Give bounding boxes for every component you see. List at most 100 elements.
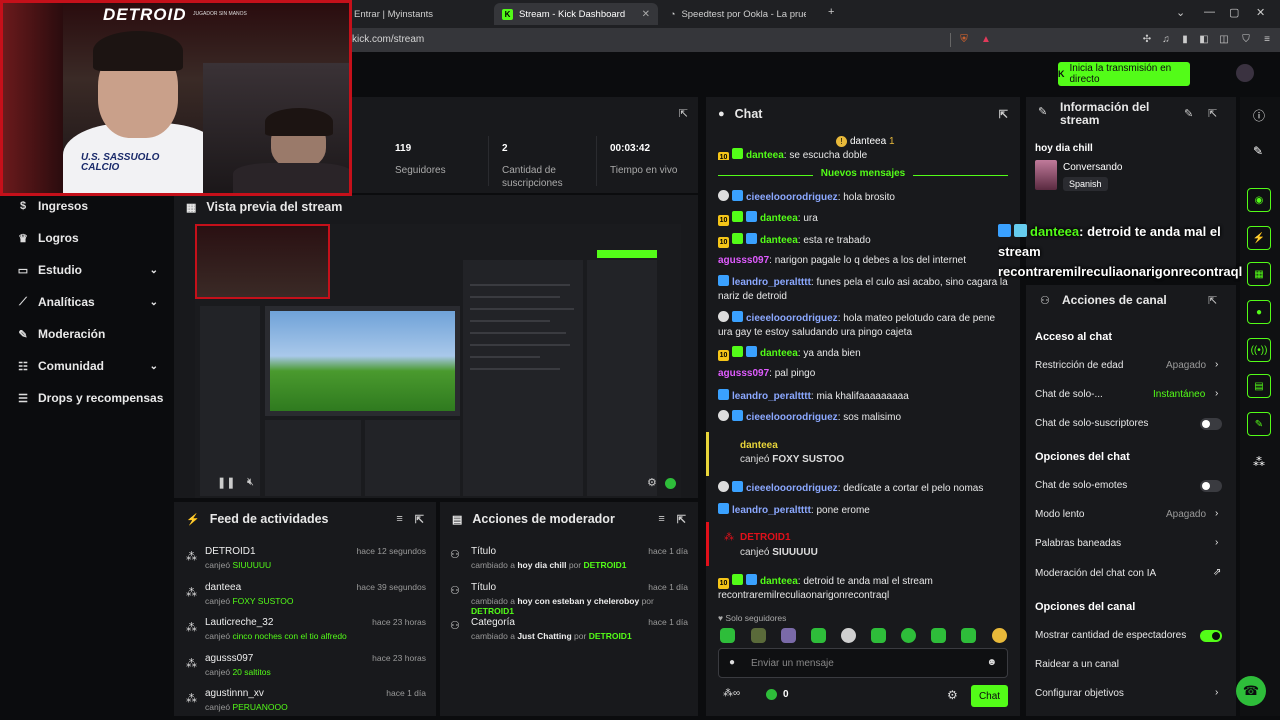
vpn-icon[interactable]: ⛉ — [1240, 34, 1252, 46]
tab-list-icon[interactable]: ⌄ — [1176, 6, 1185, 19]
banned-words-label[interactable]: Palabras baneadas — [1035, 538, 1121, 549]
emote[interactable] — [841, 628, 856, 643]
mod-action-time: hace 1 día — [648, 582, 688, 592]
settings-icon[interactable]: ⚙ — [647, 476, 657, 489]
emote[interactable] — [720, 628, 735, 643]
tab-speedtest[interactable]: ◔ Speedtest por Ookla - La prueba de ... — [662, 3, 822, 25]
list-item: ⁂ danteea hace 39 segundos canjeó FOXY S… — [182, 582, 432, 612]
emote[interactable] — [961, 628, 976, 643]
subs-only-toggle[interactable] — [1200, 418, 1222, 430]
tab-kick-dashboard[interactable]: K Stream - Kick Dashboard ✕ — [494, 3, 658, 25]
sidebar-item-moderacion[interactable]: ✎ Moderación — [16, 324, 158, 344]
brave-shield-icon[interactable]: ⛨ — [958, 34, 970, 46]
extensions-icon[interactable]: ✣ — [1141, 34, 1153, 46]
menu-icon[interactable]: ≡ — [1261, 34, 1273, 46]
chevron-down-icon: ⌄ — [149, 360, 158, 372]
screenshot-icon[interactable]: ◧ — [1198, 34, 1210, 46]
followers-only-label[interactable]: Chat de solo-... — [1035, 389, 1103, 400]
info-icon[interactable]: ⓘ — [1253, 107, 1265, 124]
close-window-icon[interactable]: ✕ — [1256, 6, 1265, 19]
help-chat-button[interactable]: ☎ — [1236, 676, 1266, 706]
chevron-right-icon[interactable]: › — [1215, 388, 1218, 399]
emote[interactable] — [871, 628, 886, 643]
filter-icon[interactable]: ≡ — [658, 513, 664, 525]
wallet-icon[interactable]: ◫ — [1218, 34, 1230, 46]
new-tab-button[interactable]: + — [828, 6, 834, 18]
rail-clipboard-icon[interactable]: ▤ — [1247, 374, 1271, 398]
ai-moderation-label[interactable]: Moderación del chat con IA — [1035, 568, 1156, 579]
feed-time: hace 39 segundos — [356, 582, 426, 592]
age-restriction-label[interactable]: Restricción de edad — [1035, 360, 1123, 371]
emotes-only-toggle[interactable] — [1200, 480, 1222, 492]
users-icon: ⚇ — [1040, 295, 1050, 307]
heart-icon: ♥ — [718, 613, 724, 623]
rail-lightning-icon[interactable]: ⚡ — [1247, 226, 1271, 250]
rail-chat-icon[interactable]: ● — [1247, 300, 1271, 324]
sidebar-item-comunidad[interactable]: ☷ Comunidad ⌄ — [16, 356, 158, 376]
chat-input[interactable]: ● Enviar un mensaje ☻ — [718, 648, 1008, 678]
emote[interactable] — [811, 628, 826, 643]
popout-icon[interactable]: ⇱ — [679, 107, 688, 120]
feed-time: hace 23 horas — [372, 653, 426, 663]
send-chat-button[interactable]: Chat — [971, 685, 1008, 707]
chat-bubble-icon: ● — [718, 108, 725, 120]
sidebar-item-analiticas[interactable]: ⟋ Analíticas ⌄ — [16, 292, 158, 312]
maximize-icon[interactable]: ▢ — [1229, 6, 1239, 19]
chat-message: 10 danteea: ya anda bien — [718, 346, 861, 361]
rail-camera-icon[interactable]: ◉ — [1247, 188, 1271, 212]
slow-mode-label[interactable]: Modo lento — [1035, 509, 1084, 520]
popout-icon[interactable]: ⇱ — [1208, 294, 1217, 307]
emote[interactable] — [781, 628, 796, 643]
followers-only-value: Instantáneo — [1153, 389, 1206, 400]
list-item: ⁂ agusss097 hace 23 horas canjeó 20 salt… — [182, 653, 432, 683]
users-icon[interactable]: ⁂ — [1253, 455, 1265, 469]
emote[interactable] — [901, 628, 916, 643]
edit-icon[interactable]: ✎ — [1184, 107, 1193, 120]
popout-icon[interactable]: ⇱ — [677, 513, 686, 526]
chevron-right-icon[interactable]: › — [1215, 687, 1218, 698]
stream-preview-video[interactable]: ❚❚ 🔇︎ ⚙ — [195, 224, 681, 498]
chevron-right-icon[interactable]: › — [1215, 359, 1218, 370]
rail-broadcast-icon[interactable]: ((•)) — [1247, 338, 1271, 362]
go-live-button[interactable]: K Inicia la transmisión en directo — [1058, 62, 1190, 86]
emote[interactable] — [992, 628, 1007, 643]
avatar[interactable] — [1236, 64, 1254, 82]
sidebar-item-label: Logros — [38, 231, 79, 245]
filter-icon[interactable]: ≡ — [396, 513, 402, 525]
sidebar-icon[interactable]: ▮ — [1179, 34, 1191, 46]
media-icon[interactable]: ♫ — [1160, 34, 1172, 46]
minimize-icon[interactable]: — — [1204, 6, 1215, 18]
goals-label[interactable]: Configurar objetivos — [1035, 688, 1124, 699]
pencil-icon[interactable]: ✎ — [1253, 144, 1263, 158]
close-tab-icon[interactable]: ✕ — [642, 9, 650, 20]
sidebar-item-ingresos[interactable]: $ Ingresos — [16, 196, 158, 216]
emoji-icon[interactable]: ☻ — [986, 657, 997, 668]
popout-icon[interactable]: ⇱ — [1208, 107, 1217, 120]
rail-wrench-icon[interactable]: ✎ — [1247, 412, 1271, 436]
mute-icon[interactable]: 🔇︎ — [247, 476, 254, 489]
rail-grid-icon[interactable]: ▦ — [1247, 262, 1271, 286]
show-viewers-toggle[interactable] — [1200, 630, 1222, 642]
chevron-right-icon[interactable]: › — [1215, 537, 1218, 548]
pinned-banner[interactable]: ! danteea 1 — [836, 136, 895, 147]
chevron-right-icon[interactable]: › — [1215, 508, 1218, 519]
raid-label[interactable]: Raidear a un canal — [1035, 659, 1119, 670]
url-text[interactable]: kick.com/stream — [352, 34, 424, 45]
sidebar-item-estudio[interactable]: ▭ Estudio ⌄ — [16, 260, 158, 280]
sidebar-item-drops[interactable]: ☰ Drops y recompensas — [16, 388, 176, 408]
tab-myinstants[interactable]: Entrar | Myinstants — [346, 3, 491, 25]
popout-icon[interactable]: ⇱ — [415, 513, 424, 526]
brave-rewards-icon[interactable]: ▲ — [980, 34, 992, 46]
new-messages-divider[interactable]: Nuevos mensajes — [718, 168, 1008, 182]
users-icon[interactable]: ⁂∞ — [723, 688, 740, 699]
emote[interactable] — [931, 628, 946, 643]
live-time-value: 00:03:42 — [610, 143, 651, 154]
sidebar-item-logros[interactable]: ♛ Logros — [16, 228, 158, 248]
popout-icon[interactable]: ⇱ — [999, 108, 1008, 121]
shirt-text: U.S. SASSUOLO CALCIO — [81, 152, 160, 173]
chat-settings-icon[interactable]: ⚙ — [947, 688, 958, 702]
emote[interactable] — [751, 628, 766, 643]
pause-icon[interactable]: ❚❚ — [217, 476, 235, 489]
external-link-icon[interactable]: ⇗ — [1213, 567, 1221, 578]
chevron-down-icon: ⌄ — [149, 296, 158, 308]
